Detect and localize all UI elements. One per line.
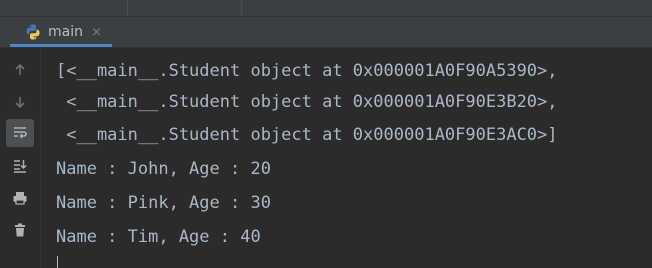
console-line: <__main__.Student object at 0x000001A0F9… bbox=[56, 125, 558, 145]
top-toolbar-strip bbox=[0, 0, 652, 17]
up-arrow-icon[interactable] bbox=[6, 56, 34, 84]
console-output[interactable]: [<__main__.Student object at 0x000001A0F… bbox=[56, 56, 646, 254]
toolbar-divider bbox=[127, 0, 128, 16]
toolbar-divider bbox=[241, 0, 242, 16]
run-console-window: main × [<__main__.Student object at 0x00… bbox=[0, 0, 652, 268]
console-line: Name : Pink, Age : 30 bbox=[56, 193, 271, 213]
console-line: [<__main__.Student object at 0x000001A0F… bbox=[56, 61, 558, 81]
tab-main[interactable]: main × bbox=[10, 17, 112, 47]
console-line: Name : John, Age : 20 bbox=[56, 159, 271, 179]
down-arrow-icon[interactable] bbox=[6, 88, 34, 116]
print-icon[interactable] bbox=[6, 184, 34, 212]
text-caret bbox=[57, 256, 58, 268]
run-tab-bar: main × bbox=[0, 17, 652, 48]
console-line: Name : Tim, Age : 40 bbox=[56, 227, 261, 247]
active-tab-indicator bbox=[10, 44, 112, 47]
console-side-toolbar bbox=[0, 48, 41, 268]
tab-label: main bbox=[48, 24, 83, 40]
close-tab-icon[interactable]: × bbox=[91, 25, 102, 40]
python-icon bbox=[24, 23, 42, 41]
trash-icon[interactable] bbox=[6, 216, 34, 244]
scroll-to-end-icon[interactable] bbox=[6, 152, 34, 180]
console-line: <__main__.Student object at 0x000001A0F9… bbox=[56, 92, 558, 112]
soft-wrap-icon[interactable] bbox=[6, 119, 34, 147]
